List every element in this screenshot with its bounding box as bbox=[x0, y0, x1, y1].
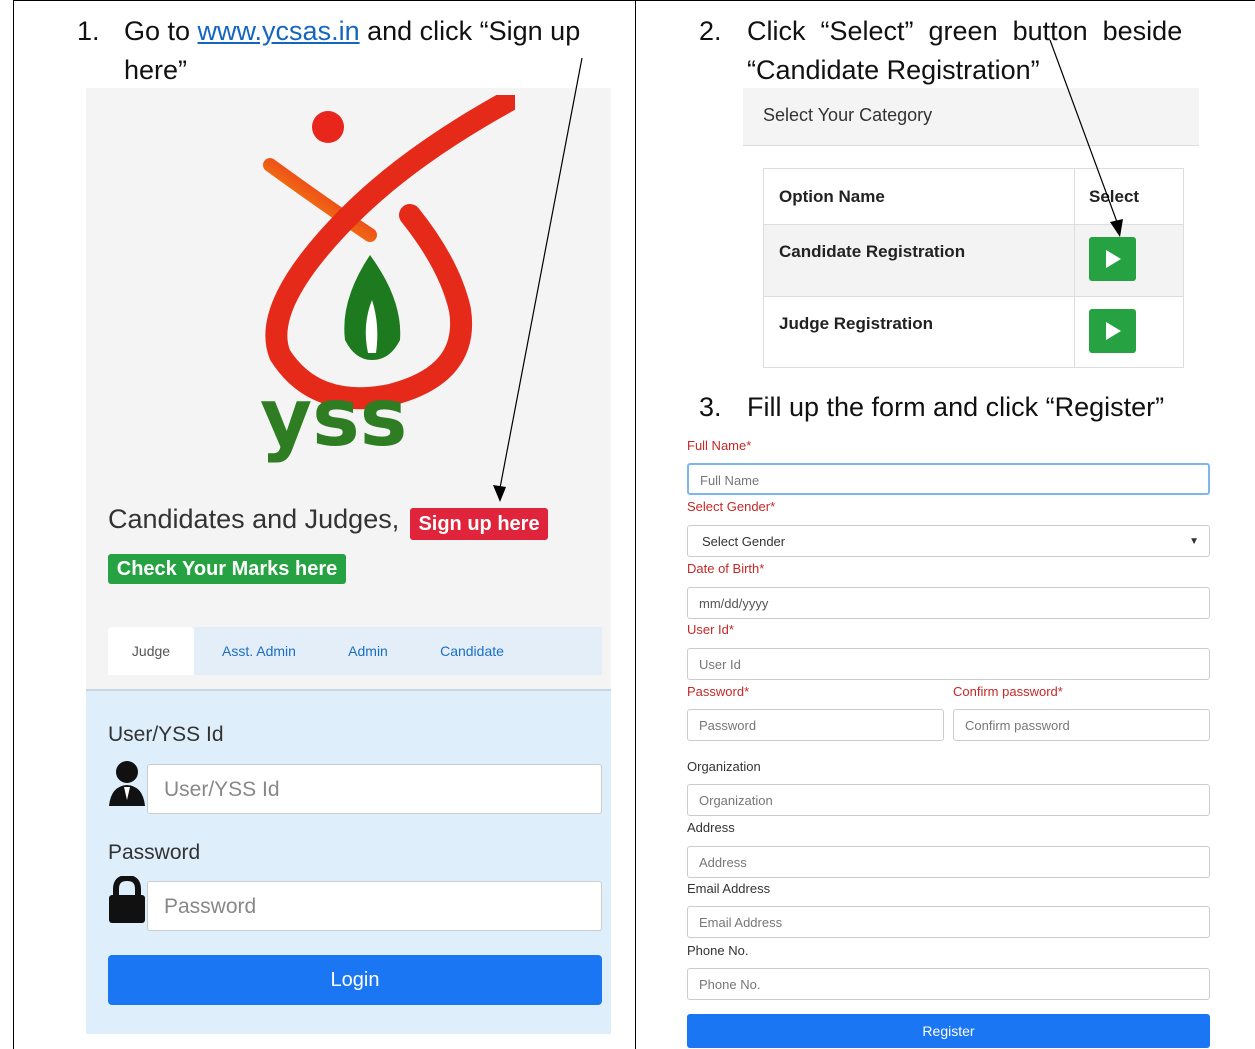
full-name-input[interactable]: Full Name bbox=[687, 463, 1210, 495]
lock-icon bbox=[109, 876, 145, 923]
tab-asst-admin[interactable]: Asst. Admin bbox=[204, 627, 314, 675]
person-icon bbox=[109, 761, 145, 806]
table-border-left bbox=[13, 0, 14, 1049]
tab-candidate[interactable]: Candidate bbox=[424, 627, 520, 675]
col-select: Select bbox=[1089, 187, 1140, 206]
table-column-divider bbox=[1074, 169, 1075, 367]
col-option-name: Option Name bbox=[779, 187, 885, 206]
step-2-text: Click “Select” green button beside bbox=[747, 16, 1183, 46]
user-id-label-form: User Id* bbox=[687, 622, 734, 637]
email-field[interactable]: Email Address bbox=[687, 906, 1210, 938]
address-field[interactable]: Address bbox=[687, 846, 1210, 878]
gender-select[interactable]: Select Gender ▼ bbox=[687, 525, 1210, 557]
organization-field[interactable]: Organization bbox=[687, 784, 1210, 816]
step-1-text: Go to www.ycsas.in and click “Sign up bbox=[124, 16, 581, 46]
address-label: Address bbox=[687, 820, 735, 835]
option-table: Option Name Select Candidate Registratio… bbox=[763, 168, 1184, 368]
password-field[interactable]: Password bbox=[687, 709, 944, 741]
phone-label: Phone No. bbox=[687, 943, 749, 958]
sign-up-here-button[interactable]: Sign up here bbox=[410, 508, 548, 540]
step-1: 1. Go to www.ycsas.in and click “Sign up… bbox=[77, 12, 627, 92]
full-name-label: Full Name* bbox=[687, 438, 752, 453]
tagline: Candidates and Judges, bbox=[108, 504, 400, 534]
user-id-input[interactable]: User/YSS Id bbox=[147, 764, 602, 814]
step-3-text: Fill up the form and click “Register” bbox=[747, 392, 1165, 422]
select-candidate-button[interactable] bbox=[1089, 237, 1136, 281]
yss-logo: yss bbox=[260, 95, 515, 464]
ycsas-link[interactable]: www.ycsas.in bbox=[198, 16, 360, 46]
step-2: 2. Click “Select” green button beside “C… bbox=[699, 12, 1249, 92]
confirm-password-field[interactable]: Confirm password bbox=[953, 709, 1210, 741]
play-icon bbox=[1106, 322, 1121, 340]
category-header: Select Your Category bbox=[743, 88, 1199, 146]
category-header-text: Select Your Category bbox=[763, 105, 933, 125]
confirm-password-label: Confirm password* bbox=[953, 684, 1063, 699]
step-1-number: 1. bbox=[77, 16, 100, 46]
password-label: Password bbox=[108, 841, 201, 864]
select-judge-button[interactable] bbox=[1089, 309, 1136, 353]
password-label-form: Password* bbox=[687, 684, 750, 699]
dob-input[interactable]: mm/dd/yyyy bbox=[687, 587, 1210, 619]
check-marks-button[interactable]: Check Your Marks here bbox=[108, 554, 346, 584]
step-3-number: 3. bbox=[699, 392, 722, 422]
login-role-tabs: Judge Asst. Admin Admin Candidate bbox=[108, 627, 602, 675]
row-candidate-registration: Candidate Registration bbox=[779, 242, 966, 261]
step-1-text-line2: here” bbox=[124, 55, 188, 85]
gender-label: Select Gender* bbox=[687, 499, 776, 514]
phone-field[interactable]: Phone No. bbox=[687, 968, 1210, 1000]
gender-select-value: Select Gender bbox=[702, 534, 786, 549]
table-border-top bbox=[13, 0, 1255, 1]
play-icon bbox=[1106, 250, 1121, 268]
password-input[interactable]: Password bbox=[147, 881, 602, 931]
row-judge-registration: Judge Registration bbox=[779, 314, 933, 333]
tab-admin[interactable]: Admin bbox=[330, 627, 406, 675]
organization-label: Organization bbox=[687, 759, 761, 774]
dob-label: Date of Birth* bbox=[687, 561, 765, 576]
register-button[interactable]: Register bbox=[687, 1014, 1210, 1048]
table-border-middle bbox=[635, 0, 636, 1049]
user-id-field[interactable]: User Id bbox=[687, 648, 1210, 680]
step-2-text-line2: “Candidate Registration” bbox=[747, 55, 1040, 85]
login-button[interactable]: Login bbox=[108, 955, 602, 1005]
step-3: 3. Fill up the form and click “Register” bbox=[699, 388, 1249, 428]
logo-text: yss bbox=[260, 371, 407, 464]
dropdown-caret-icon: ▼ bbox=[1189, 536, 1199, 547]
email-label: Email Address bbox=[687, 881, 771, 896]
user-id-label: User/YSS Id bbox=[108, 723, 224, 746]
tab-judge[interactable]: Judge bbox=[108, 627, 194, 675]
step-2-number: 2. bbox=[699, 16, 722, 46]
